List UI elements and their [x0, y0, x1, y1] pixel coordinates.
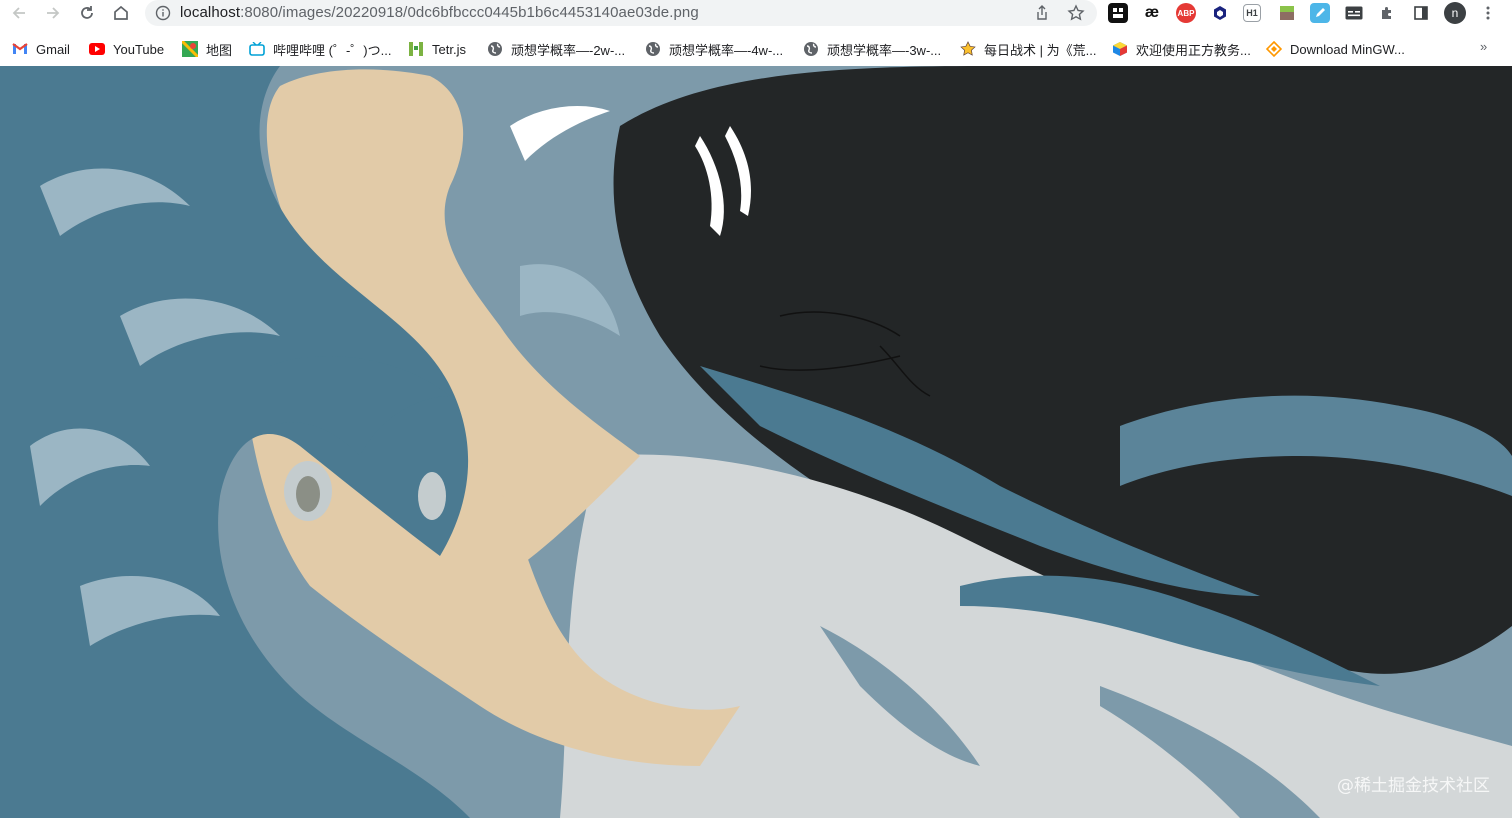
browser-toolbar: localhost:8080/images/20220918/0dc6bfbcc… — [0, 0, 1512, 26]
h1-icon: H1 — [1246, 8, 1258, 18]
side-panel-icon — [1414, 6, 1428, 20]
ae-extension[interactable]: æ — [1142, 3, 1162, 23]
bookmarks-overflow-button[interactable]: » — [1480, 39, 1487, 54]
kebab-menu-icon — [1486, 6, 1490, 20]
profile-avatar[interactable]: n — [1444, 2, 1466, 24]
hexagon-icon — [1214, 6, 1226, 20]
bookmark-academic-system[interactable]: 欢迎使用正方教务... — [1112, 39, 1251, 59]
pen-extension[interactable] — [1310, 3, 1330, 23]
ae-icon: æ — [1144, 4, 1160, 21]
hexagon-extension[interactable] — [1210, 3, 1230, 23]
dark-app-extension[interactable] — [1108, 3, 1128, 23]
gmail-icon — [12, 41, 28, 57]
globe-icon — [803, 41, 819, 57]
bilibili-icon — [249, 41, 265, 57]
app-grid-icon — [1113, 8, 1123, 18]
share-icon — [1037, 5, 1047, 20]
bookmark-gmail[interactable]: Gmail — [12, 39, 70, 59]
cube-icon — [1112, 41, 1128, 57]
bookmark-youtube[interactable]: YouTube — [89, 39, 164, 59]
globe-icon — [645, 41, 661, 57]
home-icon — [114, 5, 128, 20]
side-panel-button[interactable] — [1411, 3, 1431, 23]
star-outline-icon — [1067, 4, 1085, 21]
arrow-right-icon — [47, 7, 60, 19]
bookmark-label: YouTube — [113, 41, 165, 57]
url-host: localhost — [180, 4, 241, 21]
grass-extension[interactable] — [1277, 3, 1297, 23]
share-button[interactable] — [1032, 3, 1052, 23]
reload-button[interactable] — [76, 2, 98, 24]
anime-illustration — [0, 66, 1512, 818]
menu-button[interactable] — [1478, 3, 1498, 23]
caption-extension[interactable] — [1344, 3, 1364, 23]
arrow-left-icon — [12, 7, 25, 19]
bookmark-probability-3w[interactable]: 顽想学概率—-3w-... — [803, 39, 941, 59]
address-bar[interactable]: localhost:8080/images/20220918/0dc6bfbcc… — [145, 0, 1097, 26]
grass-block-icon — [1280, 6, 1294, 20]
bookmark-daily-tactics[interactable]: 每日战术 | 为《荒... — [960, 39, 1096, 59]
url-text: localhost:8080/images/20220918/0dc6bfbcc… — [180, 4, 699, 21]
bookmark-label: 顽想学概率—-2w-... — [511, 42, 626, 58]
bookmark-probability-4w[interactable]: 顽想学概率—-4w-... — [645, 39, 783, 59]
youtube-icon — [89, 41, 105, 57]
bookmark-label: Download MinGW... — [1290, 41, 1405, 57]
info-icon[interactable] — [155, 5, 171, 21]
bookmark-star-button[interactable] — [1066, 3, 1086, 23]
bookmark-label: 欢迎使用正方教务... — [1136, 42, 1251, 58]
abp-icon: ABP — [1177, 8, 1195, 18]
bookmark-maps[interactable]: 地图 — [182, 39, 232, 59]
bookmark-label: 顽想学概率—-4w-... — [669, 42, 784, 58]
forward-button[interactable] — [42, 2, 64, 24]
back-button[interactable] — [8, 2, 30, 24]
star-icon — [960, 41, 976, 57]
reload-icon — [81, 6, 93, 19]
bookmark-label: 每日战术 | 为《荒... — [984, 42, 1097, 58]
bookmark-label: Tetr.js — [432, 41, 466, 57]
pen-icon — [1316, 8, 1325, 17]
globe-icon — [487, 41, 503, 57]
bookmarks-bar: Gmail YouTube 地图 哔哩哔哩 (゜-゜)つ... Tetr.js … — [0, 34, 1512, 64]
bookmark-tetr[interactable]: Tetr.js — [408, 39, 466, 59]
bookmark-label: 顽想学概率—-3w-... — [827, 42, 942, 58]
extensions-button[interactable] — [1377, 3, 1397, 23]
bookmark-bilibili[interactable]: 哔哩哔哩 (゜-゜)つ... — [249, 39, 391, 59]
image-viewport: @稀土掘金技术社区 — [0, 66, 1512, 818]
maps-icon — [182, 41, 198, 57]
tetris-icon — [408, 41, 424, 57]
watermark-text: @稀土掘金技术社区 — [1337, 776, 1490, 796]
bookmark-label: 哔哩哔哩 (゜-゜)つ... — [273, 42, 392, 58]
profile-initial: n — [1451, 6, 1459, 20]
bookmark-label: Gmail — [36, 41, 70, 57]
url-path: :8080/images/20220918/0dc6bfbccc0445b1b6… — [240, 4, 699, 21]
caption-icon — [1345, 6, 1363, 20]
bookmark-probability-2w[interactable]: 顽想学概率—-2w-... — [487, 39, 625, 59]
abp-extension[interactable]: ABP — [1176, 3, 1196, 23]
home-button[interactable] — [110, 2, 132, 24]
bookmark-label: 地图 — [206, 42, 233, 58]
bookmark-mingw[interactable]: Download MinGW... — [1266, 39, 1405, 59]
puzzle-icon — [1382, 7, 1391, 19]
diamond-icon — [1266, 41, 1282, 57]
h1-extension[interactable]: H1 — [1243, 4, 1261, 22]
